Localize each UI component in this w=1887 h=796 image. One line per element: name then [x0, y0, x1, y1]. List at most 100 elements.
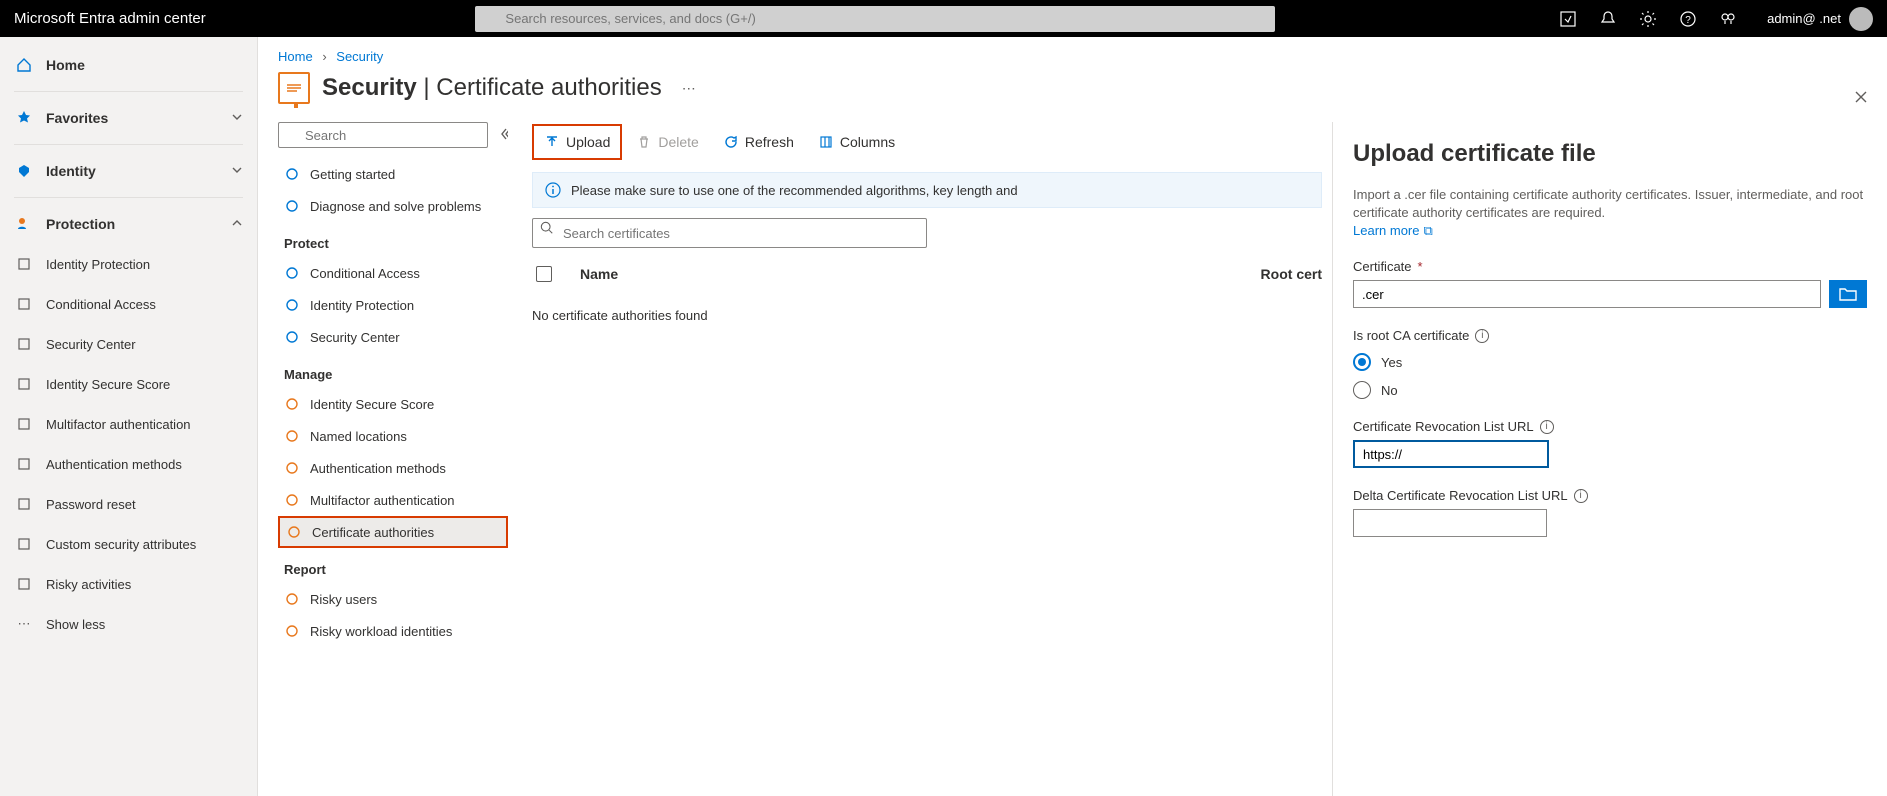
sidebar-label: Risky activities: [46, 577, 131, 592]
sidebar-item[interactable]: Identity Protection: [0, 244, 257, 284]
midnav-item[interactable]: Multifactor authentication: [278, 484, 508, 516]
columns-button[interactable]: Columns: [808, 126, 905, 158]
midnav-group-manage: Manage: [278, 353, 508, 388]
radio-yes[interactable]: [1353, 353, 1371, 371]
midnav-item[interactable]: Identity Secure Score: [278, 388, 508, 420]
select-all-checkbox[interactable]: [536, 266, 552, 282]
item-icon: [14, 374, 34, 394]
collapse-icon[interactable]: [498, 127, 508, 144]
sidebar-item[interactable]: Identity Secure Score: [0, 364, 257, 404]
delta-input[interactable]: [1353, 509, 1547, 537]
page-title: Security | Certificate authorities: [322, 74, 662, 102]
sidebar-show-less[interactable]: ⋯ Show less: [0, 604, 257, 644]
midnav-item[interactable]: Diagnose and solve problems: [278, 190, 508, 222]
item-icon: [14, 494, 34, 514]
delete-button: Delete: [626, 126, 708, 158]
more-icon[interactable]: ⋯: [682, 80, 696, 97]
midnav-label: Certificate authorities: [312, 525, 434, 540]
midnav-label: Risky workload identities: [310, 624, 452, 639]
midnav-item[interactable]: Getting started: [278, 158, 508, 190]
external-link-icon: ⧉: [1423, 223, 1432, 238]
refresh-button[interactable]: Refresh: [713, 126, 804, 158]
radio-no[interactable]: [1353, 381, 1371, 399]
item-icon: [284, 591, 300, 607]
sidebar-item[interactable]: Risky activities: [0, 564, 257, 604]
midnav-search-input[interactable]: [278, 122, 488, 148]
midnav-item[interactable]: Named locations: [278, 420, 508, 452]
sidebar-label: Custom security attributes: [46, 537, 196, 552]
midnav-label: Conditional Access: [310, 266, 420, 281]
account-menu[interactable]: admin@ .net: [1767, 7, 1873, 31]
sidebar-item[interactable]: Security Center: [0, 324, 257, 364]
midnav-item[interactable]: Risky users: [278, 583, 508, 615]
crl-input[interactable]: [1353, 440, 1549, 468]
browse-button[interactable]: [1829, 280, 1867, 308]
feedback-icon[interactable]: [1719, 10, 1737, 28]
sidebar-label: Identity Protection: [46, 257, 150, 272]
midnav-item[interactable]: Identity Protection: [278, 289, 508, 321]
item-icon: [14, 454, 34, 474]
midnav-item[interactable]: Authentication methods: [278, 452, 508, 484]
account-label: admin@ .net: [1767, 11, 1841, 26]
item-icon: [14, 574, 34, 594]
item-icon: [14, 254, 34, 274]
info-icon[interactable]: i: [1540, 420, 1554, 434]
columns-icon: [818, 134, 834, 150]
breadcrumb-security[interactable]: Security: [336, 49, 383, 64]
info-icon[interactable]: i: [1574, 489, 1588, 503]
refresh-icon: [723, 134, 739, 150]
cert-label: Certificate: [1353, 259, 1412, 274]
flyout-title: Upload certificate file: [1353, 140, 1867, 168]
sidebar-item[interactable]: Password reset: [0, 484, 257, 524]
midnav-group-protect: Protect: [278, 222, 508, 257]
midnav-label: Identity Secure Score: [310, 397, 434, 412]
upload-icon: [544, 134, 560, 150]
ellipsis-icon: ⋯: [14, 614, 34, 634]
midnav-item[interactable]: Risky workload identities: [278, 615, 508, 647]
sidebar-label: Show less: [46, 617, 105, 632]
help-icon[interactable]: ?: [1679, 10, 1697, 28]
button-label: Refresh: [745, 134, 794, 150]
sidebar-item[interactable]: Conditional Access: [0, 284, 257, 324]
item-icon: [284, 396, 300, 412]
info-icon[interactable]: i: [1475, 329, 1489, 343]
column-name[interactable]: Name: [580, 266, 1245, 282]
cert-search-input[interactable]: [532, 218, 927, 248]
midnav-item[interactable]: Certificate authorities: [278, 516, 508, 548]
sidebar-label: Home: [46, 57, 85, 73]
notifications-icon[interactable]: [1599, 10, 1617, 28]
protection-icon: [14, 214, 34, 234]
sidebar-protection[interactable]: Protection: [0, 204, 257, 244]
sidebar-item[interactable]: Custom security attributes: [0, 524, 257, 564]
item-icon: [284, 166, 300, 182]
sidebar-home[interactable]: Home: [0, 45, 257, 85]
item-icon: [284, 297, 300, 313]
midnav-label: Named locations: [310, 429, 407, 444]
sidebar-favorites[interactable]: Favorites: [0, 98, 257, 138]
midnav-label: Risky users: [310, 592, 377, 607]
settings-icon[interactable]: [1639, 10, 1657, 28]
info-icon: [545, 182, 561, 198]
brand-label: Microsoft Entra admin center: [14, 10, 206, 27]
sidebar-label: Multifactor authentication: [46, 417, 191, 432]
midnav-item[interactable]: Security Center: [278, 321, 508, 353]
midnav-item[interactable]: Conditional Access: [278, 257, 508, 289]
global-search-input[interactable]: [475, 6, 1275, 32]
item-icon: [284, 428, 300, 444]
cert-file-input[interactable]: [1353, 280, 1821, 308]
sidebar-label: Favorites: [46, 110, 108, 126]
sidebar-item[interactable]: Multifactor authentication: [0, 404, 257, 444]
crl-label: Certificate Revocation List URL: [1353, 419, 1534, 434]
item-icon: [284, 265, 300, 281]
sidebar-identity[interactable]: Identity: [0, 151, 257, 191]
home-icon: [14, 55, 34, 75]
breadcrumb-home[interactable]: Home: [278, 49, 313, 64]
upload-button[interactable]: Upload: [534, 126, 620, 158]
column-root[interactable]: Root cert: [1261, 266, 1322, 282]
sidebar-item[interactable]: Authentication methods: [0, 444, 257, 484]
midnav-group-report: Report: [278, 548, 508, 583]
copilot-icon[interactable]: [1559, 10, 1577, 28]
highlight-upload: Upload: [532, 124, 622, 160]
sidebar-label: Password reset: [46, 497, 136, 512]
learn-more-link[interactable]: Learn more⧉: [1353, 223, 1433, 238]
